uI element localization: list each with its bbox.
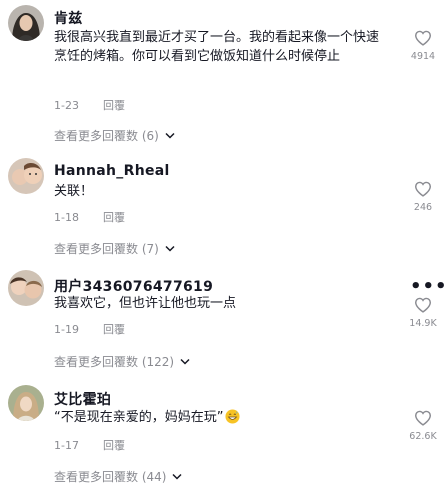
username[interactable]: 肯兹 [54, 8, 83, 28]
view-more-label: 查看更多回覆数 (44) [54, 470, 167, 484]
more-dots-icon[interactable]: ••• [410, 278, 447, 296]
heart-icon [414, 297, 432, 313]
view-more-label: 查看更多回覆数 (122) [54, 355, 175, 369]
heart-icon [414, 410, 432, 426]
view-more-replies[interactable]: 查看更多回覆数 (44) [54, 468, 182, 485]
view-more-replies[interactable]: 查看更多回覆数 (122) [54, 353, 190, 370]
username[interactable]: 艾比霍珀 [54, 389, 111, 409]
avatar[interactable] [8, 385, 44, 421]
reply-button[interactable]: 回覆 [103, 211, 125, 224]
reply-button[interactable]: 回覆 [103, 439, 125, 452]
chevron-down-icon [180, 358, 190, 365]
view-more-label: 查看更多回覆数 (6) [54, 129, 159, 143]
comment-date: 1-23 [54, 99, 79, 112]
comment-date: 1-19 [54, 323, 79, 336]
reply-button[interactable]: 回覆 [103, 323, 125, 336]
comment-text: 我很高兴我直到最近才买了一台。我的看起来像一个快速烹饪的烤箱。你可以看到它做饭知… [54, 30, 380, 64]
avatar[interactable] [8, 158, 44, 194]
avatar[interactable] [8, 5, 44, 41]
username[interactable]: Hannah_Rheal [54, 163, 170, 179]
avatar[interactable] [8, 270, 44, 306]
grinning-sweat-emoji [225, 409, 241, 430]
chevron-down-icon [165, 245, 175, 252]
comment-text: 我喜欢它，但也许让他也玩一点 [54, 296, 237, 311]
like-count: 62.6K [409, 431, 437, 442]
view-more-replies[interactable]: 查看更多回覆数 (6) [54, 127, 175, 144]
view-more-label: 查看更多回覆数 (7) [54, 242, 159, 256]
like-count: 14.9K [409, 318, 437, 329]
comment-meta: 1-17 回覆 [54, 437, 125, 453]
comment-text: “不是现在亲爱的，妈妈在玩” [54, 408, 384, 430]
like-count: 4914 [410, 51, 436, 62]
comment-text: 关联！ [54, 184, 94, 199]
reply-button[interactable]: 回覆 [103, 99, 125, 112]
chevron-down-icon [165, 132, 175, 139]
heart-icon [414, 30, 432, 46]
like-button[interactable]: 62.6K [403, 410, 443, 442]
view-more-replies[interactable]: 查看更多回覆数 (7) [54, 240, 175, 257]
comment-meta: 1-18 回覆 [54, 209, 125, 225]
comment-text-body: “不是现在亲爱的，妈妈在玩” [54, 410, 224, 425]
heart-icon [414, 181, 432, 197]
like-button[interactable]: 14.9K [403, 297, 443, 329]
username[interactable]: 用户3436076477619 [54, 276, 213, 296]
comment-meta: 1-23 回覆 [54, 97, 125, 113]
like-button[interactable]: 4914 [403, 30, 443, 62]
like-button[interactable]: 246 [403, 181, 443, 213]
comment-meta: 1-19 回覆 [54, 321, 125, 337]
comment-date: 1-17 [54, 439, 79, 452]
like-count: 246 [413, 202, 433, 213]
comment-date: 1-18 [54, 211, 79, 224]
chevron-down-icon [172, 473, 182, 480]
